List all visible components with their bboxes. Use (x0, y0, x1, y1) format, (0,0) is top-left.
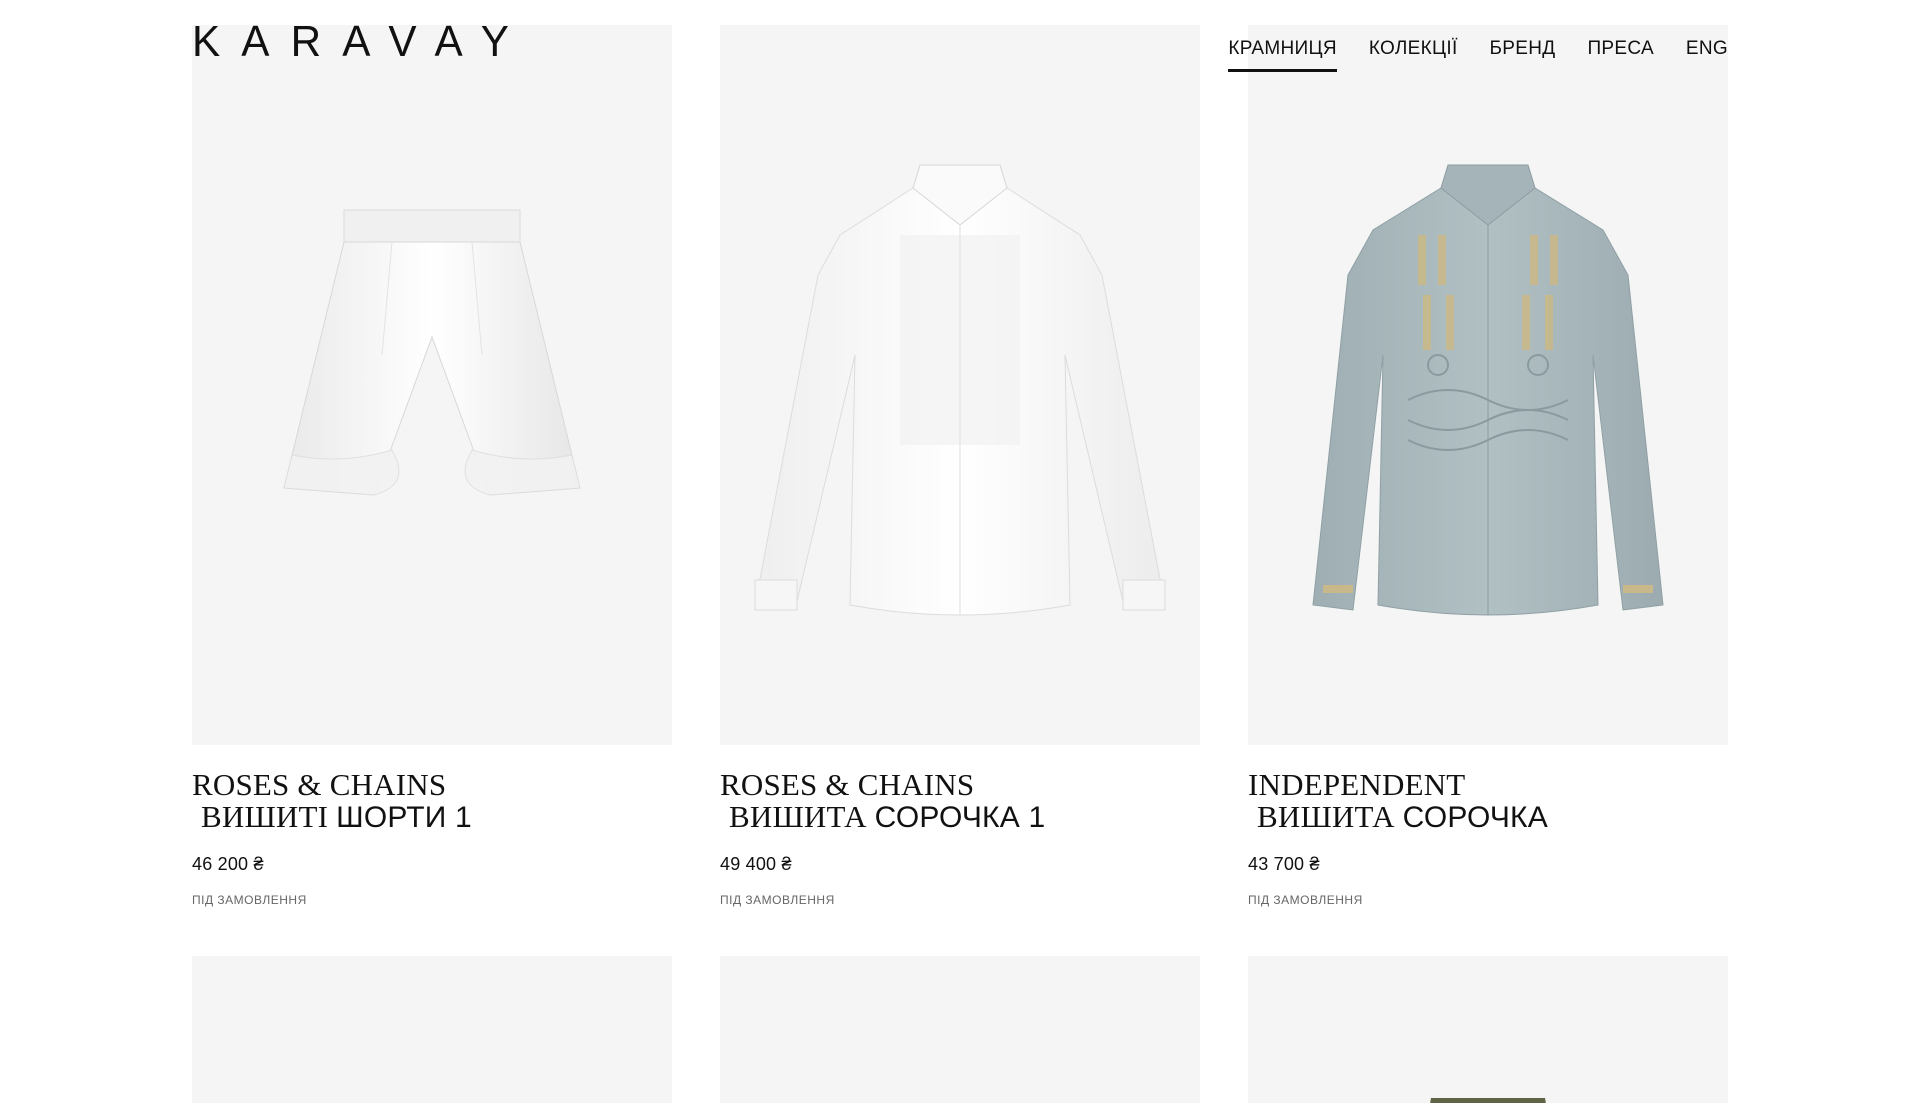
product-card[interactable] (192, 956, 672, 1103)
nav-item-brand[interactable]: БРЕНД (1490, 38, 1556, 72)
shorts-illustration (283, 209, 581, 496)
nav-item-shop[interactable]: КРАМНИЦЯ (1228, 38, 1337, 72)
page: KARAVAY КРАМНИЦЯ КОЛЕКЦІЇ БРЕНД ПРЕСА EN… (0, 0, 1920, 1103)
product-title-light: ВИШИТІ (201, 799, 329, 834)
product-card[interactable] (720, 956, 1200, 1103)
product-price: 49 400 ₴ (720, 854, 792, 874)
product-title[interactable]: ROSES & CHAINS ВИШИТІ ШОРТИ 1 (192, 769, 672, 834)
product-card[interactable]: INDEPENDENT ВИШИТА СОРОЧКА 43 700 ₴ ПІД … (1248, 25, 1728, 907)
nav-item-press[interactable]: ПРЕСА (1587, 38, 1653, 72)
brand-logo[interactable]: KARAVAY (192, 20, 530, 64)
nav-item-language[interactable]: ENG (1686, 38, 1728, 72)
product-status: ПІД ЗАМОВЛЕННЯ (192, 893, 307, 907)
product-image[interactable] (1248, 956, 1728, 1103)
product-image-white-shirt[interactable] (720, 25, 1200, 745)
product-card[interactable]: ROSES & CHAINS ВИШИТА СОРОЧКА 1 49 400 ₴… (720, 25, 1200, 907)
product-image-blue-shirt[interactable] (1248, 25, 1728, 745)
product-title-light: ВИШИТА (1257, 799, 1395, 834)
product-price: 43 700 ₴ (1248, 854, 1320, 874)
blue-shirt-illustration (1312, 164, 1664, 616)
product-card[interactable]: ROSES & CHAINS ВИШИТІ ШОРТИ 1 46 200 ₴ П… (192, 25, 672, 907)
garment-top-illustration (720, 956, 1200, 1103)
product-price: 46 200 ₴ (192, 854, 264, 874)
product-title-bold: ШОРТИ 1 (336, 801, 472, 834)
nav-item-collections[interactable]: КОЛЕКЦІЇ (1369, 38, 1458, 72)
product-title-light: ВИШИТА (729, 799, 867, 834)
product-status: ПІД ЗАМОВЛЕННЯ (720, 893, 835, 907)
product-grid: ROSES & CHAINS ВИШИТІ ШОРТИ 1 46 200 ₴ П… (192, 25, 1728, 1103)
white-shirt-illustration (754, 164, 1166, 616)
product-title[interactable]: ROSES & CHAINS ВИШИТА СОРОЧКА 1 (720, 769, 1200, 834)
product-card[interactable] (1248, 956, 1728, 1103)
product-collection: INDEPENDENT (1248, 767, 1466, 802)
product-image[interactable] (192, 956, 672, 1103)
product-collection: ROSES & CHAINS (720, 767, 975, 802)
product-title-bold: СОРОЧКА (1402, 801, 1548, 834)
product-title[interactable]: INDEPENDENT ВИШИТА СОРОЧКА (1248, 769, 1728, 834)
product-image[interactable] (720, 956, 1200, 1103)
product-title-bold: СОРОЧКА 1 (874, 801, 1046, 834)
product-collection: ROSES & CHAINS (192, 767, 447, 802)
main-nav: КРАМНИЦЯ КОЛЕКЦІЇ БРЕНД ПРЕСА ENG (1228, 38, 1728, 72)
product-image-shorts[interactable] (192, 25, 672, 745)
olive-garment-illustration (1430, 1098, 1546, 1103)
product-status: ПІД ЗАМОВЛЕННЯ (1248, 893, 1363, 907)
